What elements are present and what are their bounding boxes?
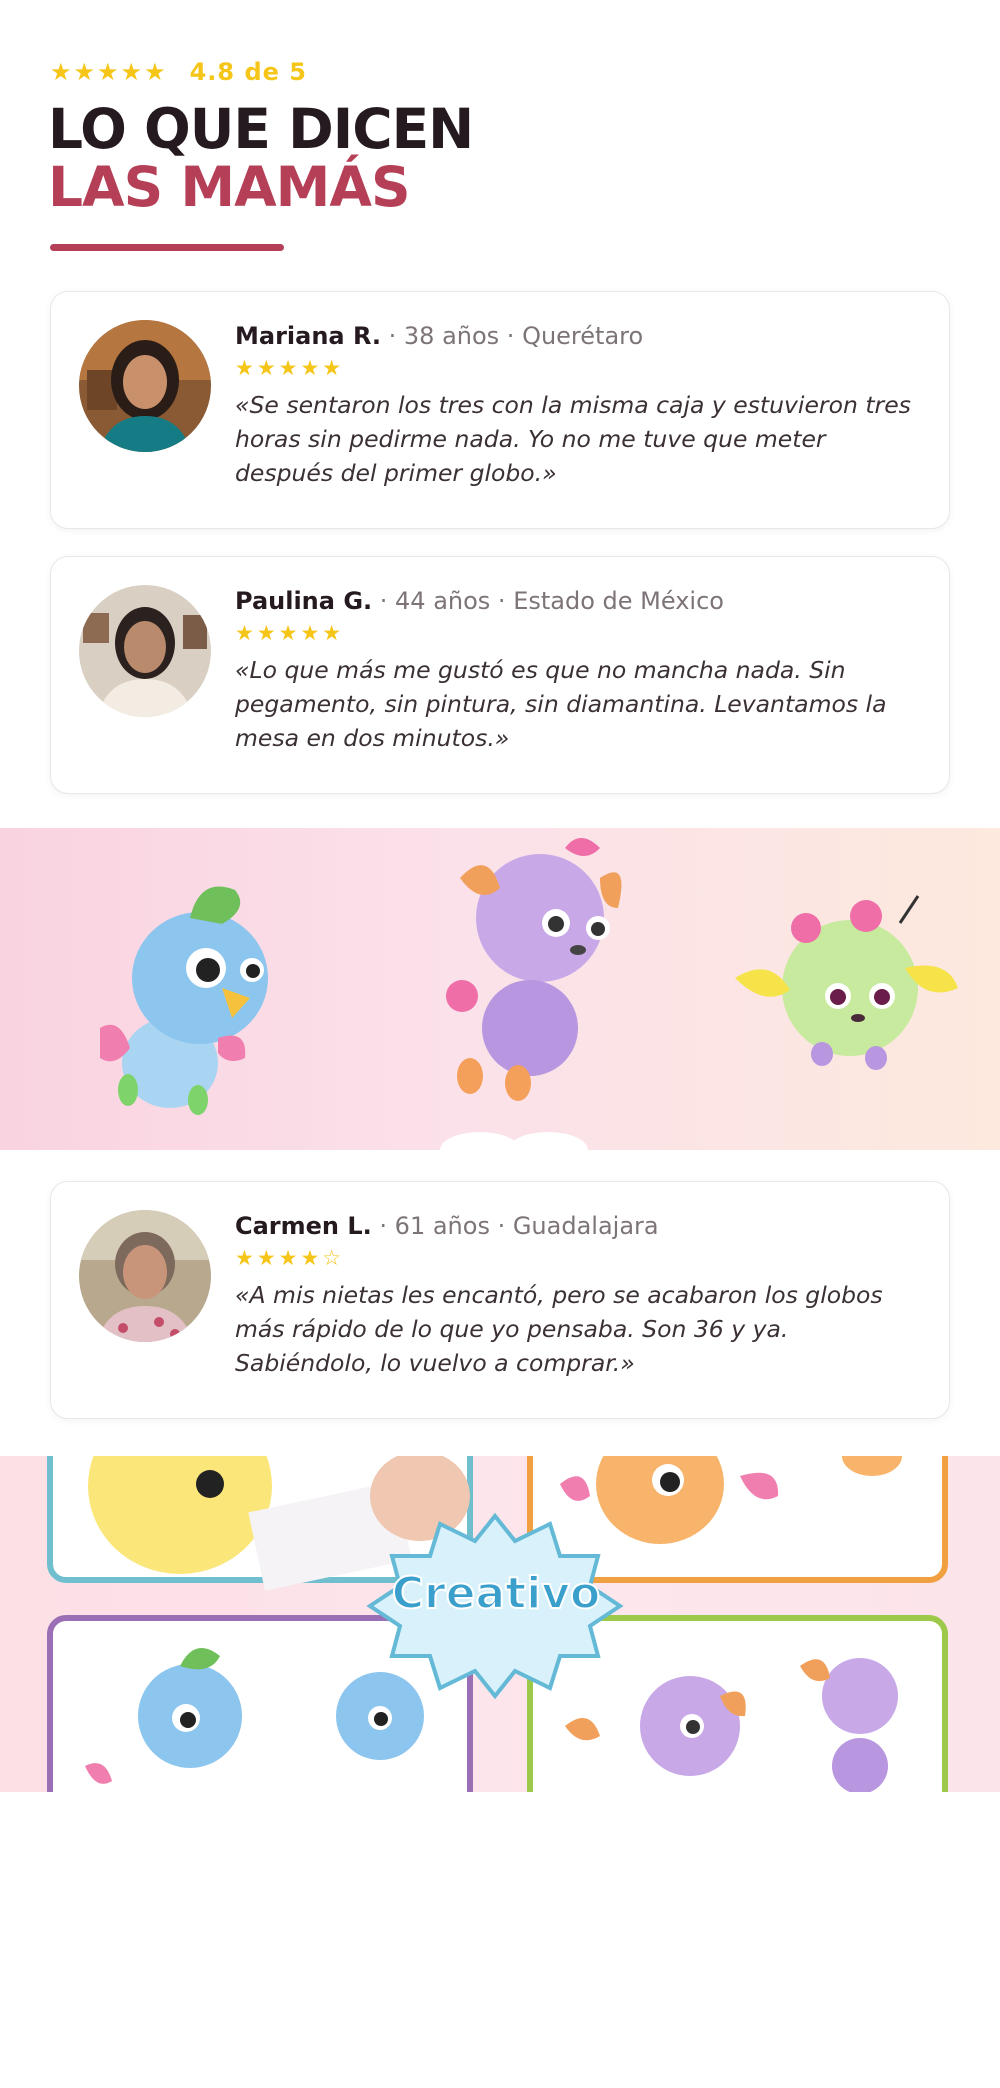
page-title: LO QUE DICEN LAS MAMÁS bbox=[48, 97, 474, 219]
review-card: Carmen L. · 61 años · Guadalajara ★★★★☆ … bbox=[50, 1181, 950, 1419]
title-underline bbox=[50, 244, 284, 251]
avatar bbox=[79, 585, 211, 717]
title-line-1: LO QUE DICEN bbox=[48, 97, 474, 161]
reviewer-meta: Carmen L. · 61 años · Guadalajara bbox=[235, 1212, 925, 1240]
rating-score: 4.8 de 5 bbox=[189, 58, 307, 86]
review-stars: ★★★★☆ bbox=[235, 1246, 345, 1270]
title-line-2: LAS MAMÁS bbox=[48, 155, 411, 219]
review-card: Paulina G. · 44 años · Estado de México … bbox=[50, 556, 950, 794]
review-quote: «Se sentaron los tres con la misma caja … bbox=[235, 391, 911, 487]
reviewer-name: Mariana R. bbox=[235, 322, 382, 350]
avatar bbox=[79, 320, 211, 452]
product-image-banner bbox=[0, 828, 1000, 1150]
dog-toy-image bbox=[446, 838, 622, 1101]
reviewer-details: · 61 años · Guadalajara bbox=[371, 1212, 659, 1240]
reviewer-meta: Mariana R. · 38 años · Querétaro bbox=[235, 322, 925, 350]
product-collage-banner: Creativo bbox=[0, 1456, 1000, 1792]
reviewer-details: · 44 años · Estado de México bbox=[372, 587, 724, 615]
reviewer-meta: Paulina G. · 44 años · Estado de México bbox=[235, 587, 925, 615]
review-stars: ★★★★★ bbox=[235, 621, 345, 645]
review-stars: ★★★★★ bbox=[235, 356, 345, 380]
bird-toy-image bbox=[100, 886, 268, 1115]
rating-stars: ★★★★★ bbox=[50, 58, 168, 86]
avatar bbox=[79, 1210, 211, 1342]
reviewer-name: Paulina G. bbox=[235, 587, 373, 615]
rating-summary: ★★★★★ 4.8 de 5 bbox=[50, 58, 307, 86]
badge-label: Creativo bbox=[392, 1568, 601, 1619]
bunny-toy-image bbox=[735, 895, 958, 1070]
review-quote: «A mis nietas les encantó, pero se acaba… bbox=[235, 1281, 883, 1377]
reviewer-name: Carmen L. bbox=[235, 1212, 372, 1240]
review-quote: «Lo que más me gustó es que no mancha na… bbox=[235, 656, 887, 752]
reviewer-details: · 38 años · Querétaro bbox=[381, 322, 644, 350]
review-card: Mariana R. · 38 años · Querétaro ★★★★★ «… bbox=[50, 291, 950, 529]
